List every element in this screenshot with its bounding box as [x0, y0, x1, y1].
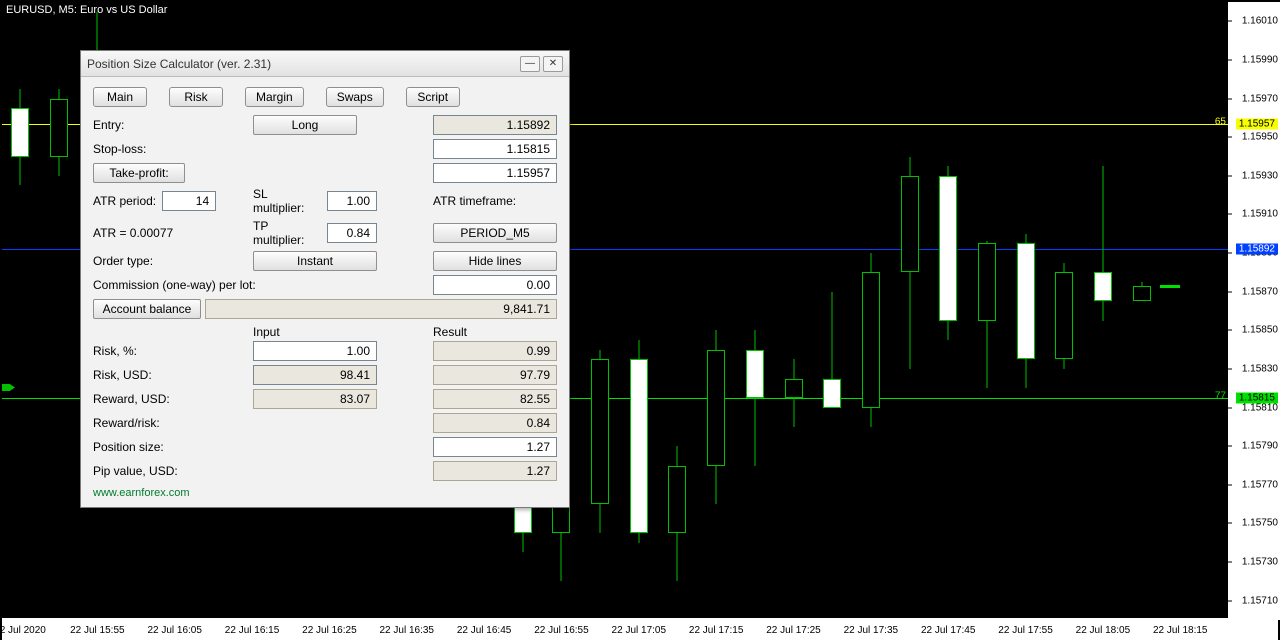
tpmult-label: TP multiplier: — [253, 219, 321, 247]
atrtf-label: ATR timeframe: — [433, 194, 516, 208]
tab-main[interactable]: Main — [93, 87, 147, 107]
xtick: 22 Jul 17:15 — [689, 625, 744, 636]
tab-margin[interactable]: Margin — [245, 87, 304, 107]
close-button[interactable]: ✕ — [543, 56, 563, 72]
price-arrow-icon — [2, 384, 15, 391]
commission-field[interactable] — [433, 275, 557, 295]
website-link[interactable]: www.earnforex.com — [93, 487, 557, 499]
pipvalue-label: Pip value, USD: — [93, 464, 253, 478]
atrperiod-field[interactable] — [162, 191, 216, 211]
xtick: 22 Jul 15:55 — [70, 625, 125, 636]
ytick: 1.15990 — [1242, 54, 1278, 65]
rr-result: 0.84 — [433, 413, 557, 433]
xtick: 22 Jul 2020 — [0, 625, 46, 636]
ytick: 1.15910 — [1242, 209, 1278, 220]
price-tag: 1.15892 — [1236, 244, 1278, 255]
tab-script[interactable]: Script — [406, 87, 460, 107]
direction-button[interactable]: Long — [253, 115, 357, 135]
ytick: 1.15710 — [1242, 595, 1278, 606]
entry-field[interactable] — [433, 115, 557, 135]
ordertype-label: Order type: — [93, 254, 253, 268]
reward-result: 82.55 — [433, 389, 557, 409]
xtick: 22 Jul 16:05 — [147, 625, 202, 636]
input-header: Input — [253, 325, 433, 339]
position-size-dialog[interactable]: Position Size Calculator (ver. 2.31) — ✕… — [80, 50, 570, 508]
atrtimeframe-button[interactable]: PERIOD_M5 — [433, 223, 557, 243]
commission-label: Commission (one-way) per lot: — [93, 278, 427, 292]
xtick: 22 Jul 18:15 — [1153, 625, 1208, 636]
xtick: 22 Jul 16:25 — [302, 625, 357, 636]
riskpct-input[interactable] — [253, 341, 377, 361]
riskpct-result: 0.99 — [433, 341, 557, 361]
minimize-button[interactable]: — — [520, 56, 540, 72]
takeprofit-field[interactable] — [433, 163, 557, 183]
tpmult-field[interactable] — [327, 223, 377, 243]
account-balance-button[interactable]: Account balance — [93, 299, 201, 319]
price-tag: 1.15815 — [1236, 392, 1278, 403]
atrperiod-label: ATR period: — [93, 194, 156, 208]
slmult-field[interactable] — [327, 191, 377, 211]
ytick: 1.15830 — [1242, 363, 1278, 374]
xtick: 22 Jul 17:05 — [612, 625, 667, 636]
ytick: 1.16010 — [1242, 16, 1278, 27]
current-price-marker — [1160, 285, 1180, 288]
riskusd-input[interactable] — [253, 365, 377, 385]
positionsize-field[interactable] — [433, 437, 557, 457]
ytick: 1.15750 — [1242, 518, 1278, 529]
account-balance-value: 9,841.71 — [205, 299, 557, 319]
tab-swaps[interactable]: Swaps — [326, 87, 384, 107]
line-distance: 77 — [1215, 390, 1226, 401]
hidelines-button[interactable]: Hide lines — [433, 251, 557, 271]
xtick: 22 Jul 16:15 — [225, 625, 280, 636]
rr-label: Reward/risk: — [93, 416, 253, 430]
positionsize-label: Position size: — [93, 440, 253, 454]
chart-title: EURUSD, M5: Euro vs US Dollar — [6, 4, 167, 16]
ytick: 1.15770 — [1242, 479, 1278, 490]
pipvalue-result: 1.27 — [433, 461, 557, 481]
price-tag: 1.15957 — [1236, 118, 1278, 129]
ytick: 1.15810 — [1242, 402, 1278, 413]
takeprofit-button[interactable]: Take-profit: — [93, 163, 185, 183]
tab-risk[interactable]: Risk — [169, 87, 223, 107]
stoploss-field[interactable] — [433, 139, 557, 159]
reward-input: 83.07 — [253, 389, 377, 409]
dialog-titlebar[interactable]: Position Size Calculator (ver. 2.31) — ✕ — [81, 51, 569, 77]
time-axis: 22 Jul 2020 22 Jul 15:55 22 Jul 16:05 22 Ju… — [2, 618, 1278, 640]
price-axis: 1.16010 1.15990 1.15970 1.15950 1.15930 1.159… — [1228, 2, 1280, 620]
xtick: 22 Jul 16:45 — [457, 625, 512, 636]
line-distance: 65 — [1215, 116, 1226, 127]
ytick: 1.15730 — [1242, 557, 1278, 568]
xtick: 22 Jul 17:55 — [998, 625, 1053, 636]
xtick: 22 Jul 17:25 — [766, 625, 821, 636]
ytick: 1.15870 — [1242, 286, 1278, 297]
xtick: 22 Jul 16:35 — [380, 625, 435, 636]
tabs: Main Risk Margin Swaps Script — [93, 87, 557, 107]
riskusd-label: Risk, USD: — [93, 368, 253, 382]
slmult-label: SL multiplier: — [253, 187, 321, 215]
ytick: 1.15930 — [1242, 170, 1278, 181]
xtick: 22 Jul 18:05 — [1076, 625, 1131, 636]
ytick: 1.15790 — [1242, 441, 1278, 452]
result-header: Result — [433, 325, 557, 339]
atrvalue-label: ATR = 0.00077 — [93, 226, 253, 240]
reward-label: Reward, USD: — [93, 392, 253, 406]
xtick: 22 Jul 17:35 — [844, 625, 899, 636]
ytick: 1.15850 — [1242, 325, 1278, 336]
stoploss-label: Stop-loss: — [93, 142, 253, 156]
entry-label: Entry: — [93, 118, 253, 132]
xtick: 22 Jul 17:45 — [921, 625, 976, 636]
riskusd-result: 97.79 — [433, 365, 557, 385]
ordertype-button[interactable]: Instant — [253, 251, 377, 271]
dialog-title: Position Size Calculator (ver. 2.31) — [87, 57, 517, 71]
ytick: 1.15970 — [1242, 93, 1278, 104]
ytick: 1.15950 — [1242, 132, 1278, 143]
riskpct-label: Risk, %: — [93, 344, 253, 358]
xtick: 22 Jul 16:55 — [534, 625, 589, 636]
